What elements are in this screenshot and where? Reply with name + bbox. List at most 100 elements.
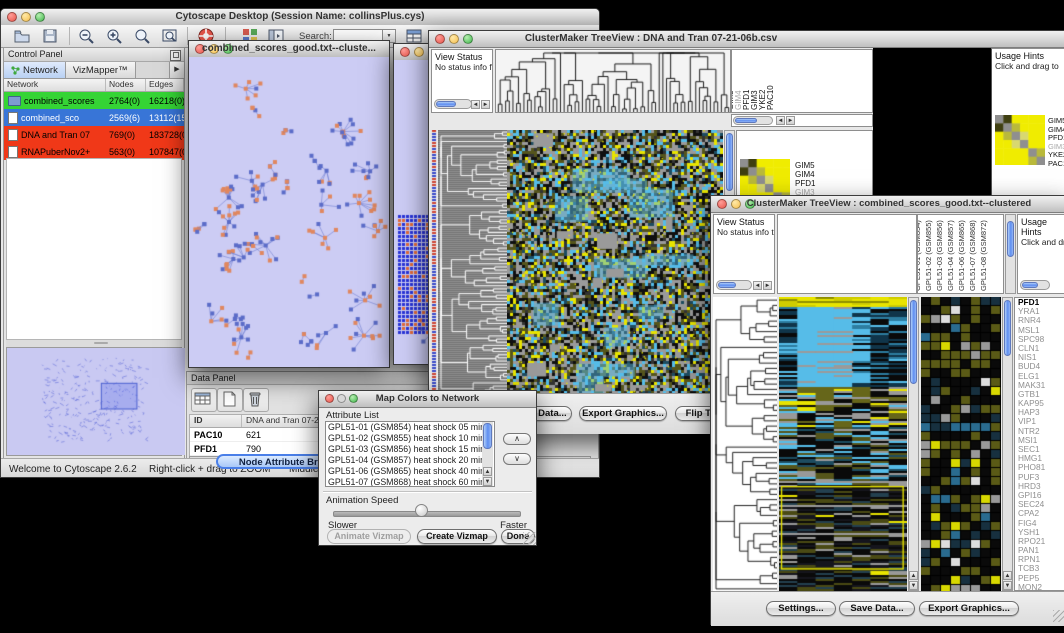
close-icon[interactable]	[400, 47, 410, 57]
gene-label[interactable]: GIM5	[795, 161, 820, 170]
column-header-network[interactable]: Network	[4, 79, 106, 91]
tab-vizmapper[interactable]: VizMapper™	[66, 62, 136, 78]
network-view-titlebar[interactable]: combined_scores_good.txt--cluste...	[189, 41, 389, 58]
zoom-fit-icon[interactable]	[161, 27, 179, 45]
delete-attribute-trash-icon[interactable]	[243, 388, 269, 412]
scroll-thumb[interactable]	[718, 282, 736, 288]
move-up-button[interactable]: ∧	[503, 433, 531, 445]
column-label[interactable]: GPL51-07 (GSM868)	[968, 220, 977, 291]
zoom-out-icon[interactable]	[77, 27, 95, 45]
scroll-right-icon[interactable]: ►	[786, 116, 795, 125]
column-labels-vscrollbar[interactable]	[1005, 214, 1016, 294]
column-label[interactable]: PAC10	[766, 85, 775, 110]
column-label[interactable]: GPL51-04 (GSM857)	[946, 220, 955, 291]
scroll-thumb[interactable]	[483, 423, 492, 449]
column-label[interactable]: GPL51-06 (GSM865)	[957, 220, 966, 291]
heatmap-vscrollbar[interactable]: ▲ ▼	[908, 297, 919, 591]
scroll-up-icon[interactable]: ▲	[483, 467, 492, 476]
scroll-right-icon[interactable]: ►	[481, 100, 490, 109]
animate-vizmap-button[interactable]: Animate Vizmap	[327, 529, 411, 544]
column-label[interactable]: GPL51-08 (GSM872)	[979, 220, 988, 291]
network-table-row[interactable]: combined_scores 2764(0) 16218(0)	[4, 92, 184, 109]
main-titlebar[interactable]: Cytoscape Desktop (Session Name: collins…	[1, 9, 599, 26]
global-heatmap-canvas[interactable]	[507, 130, 723, 406]
new-attribute-icon[interactable]	[217, 388, 243, 412]
attribute-item[interactable]: GPL51-02 (GSM855) heat shock 10 min	[326, 433, 494, 444]
gene-label[interactable]: PAC10	[1048, 160, 1064, 169]
gene-label[interactable]: GIM4	[795, 170, 820, 179]
slider-thumb[interactable]	[415, 504, 428, 517]
treeview-button[interactable]: Settings...	[766, 601, 836, 616]
network-table-row[interactable]: DNA and Tran 07 769(0) 183728(0)	[4, 126, 184, 143]
scroll-left-icon[interactable]: ◄	[776, 116, 785, 125]
create-vizmap-button[interactable]: Create Vizmap	[417, 529, 497, 544]
attribute-item[interactable]: GPL51-01 (GSM854) heat shock 05 min	[326, 422, 494, 433]
scroll-thumb[interactable]	[735, 118, 757, 123]
tab-network[interactable]: Network	[4, 62, 66, 78]
row-dendrogram-canvas[interactable]	[713, 297, 777, 591]
column-id[interactable]: ID	[190, 415, 242, 427]
open-file-icon[interactable]	[13, 27, 31, 45]
usage-hints-hscrollbar[interactable]	[1020, 280, 1050, 290]
network-canvas[interactable]	[189, 57, 389, 367]
tab-overflow-arrow[interactable]: ▶	[169, 62, 184, 78]
save-icon[interactable]	[41, 27, 59, 45]
panel-splitter[interactable]	[6, 340, 182, 347]
network-overview-panel[interactable]	[6, 347, 182, 456]
scroll-thumb[interactable]	[910, 300, 917, 384]
zoom-heatmap-canvas-2[interactable]	[995, 115, 1045, 165]
row-dendrogram-canvas[interactable]	[438, 130, 507, 406]
column-label[interactable]: GPL51-02 (GSM855)	[924, 220, 933, 291]
attribute-item[interactable]: GPL51-04 (GSM857) heat shock 20 min	[326, 455, 494, 466]
zoom-in-icon[interactable]	[105, 27, 123, 45]
column-header-nodes[interactable]: Nodes	[106, 79, 146, 91]
move-down-button[interactable]: ∨	[503, 453, 531, 465]
minimize-icon[interactable]	[414, 47, 424, 57]
zoom-heatmap-canvas[interactable]	[921, 297, 1001, 591]
resize-grip[interactable]	[1053, 610, 1064, 622]
scroll-down-icon[interactable]: ▼	[1003, 581, 1012, 590]
scroll-thumb[interactable]	[726, 133, 733, 191]
column-label[interactable]: GPL51-01 (GSM854)	[917, 220, 922, 291]
gene-label[interactable]: PFD1	[795, 179, 820, 188]
attribute-select-icon[interactable]	[191, 388, 217, 412]
view-status-hscrollbar[interactable]	[434, 99, 472, 109]
treeview2-titlebar[interactable]: ClusterMaker TreeView : combined_scores_…	[711, 196, 1064, 213]
attribute-list[interactable]: GPL51-01 (GSM854) heat shock 05 minGPL51…	[325, 421, 495, 487]
zoom-hscrollbar[interactable]	[733, 116, 773, 125]
treeview1-titlebar[interactable]: ClusterMaker TreeView : DNA and Tran 07-…	[429, 31, 1064, 48]
treeview-button[interactable]: Save Data...	[839, 601, 915, 616]
scroll-up-icon[interactable]: ▲	[1003, 571, 1012, 580]
scroll-thumb[interactable]	[1022, 282, 1038, 288]
scroll-left-icon[interactable]: ◄	[471, 100, 480, 109]
scroll-down-icon[interactable]: ▼	[483, 477, 492, 486]
view-status-hscrollbar[interactable]	[716, 280, 752, 290]
resize-grip[interactable]	[523, 532, 536, 545]
treeview-button[interactable]: Export Graphics...	[919, 601, 1019, 616]
column-header-edges[interactable]: Edges	[146, 79, 184, 91]
column-dendrogram-canvas[interactable]	[496, 50, 730, 112]
scroll-right-icon[interactable]: ►	[763, 281, 772, 290]
attribute-item[interactable]: GPL51-03 (GSM856) heat shock 15 min	[326, 444, 494, 455]
attribute-item[interactable]: GPL51-07 (GSM868) heat shock 60 min	[326, 477, 494, 487]
network-nodes-count: 563(0)	[106, 147, 146, 157]
global-heatmap-canvas[interactable]	[779, 297, 907, 591]
treeview-button[interactable]: Export Graphics...	[579, 406, 667, 421]
scroll-down-icon[interactable]: ▼	[909, 581, 918, 590]
zoom-vscrollbar[interactable]: ▲ ▼	[1002, 297, 1013, 591]
scroll-thumb[interactable]	[1004, 300, 1011, 356]
network-table-row[interactable]: combined_sco 2569(6) 13112(15)	[4, 109, 184, 126]
network-overview-canvas[interactable]	[7, 348, 185, 455]
scroll-left-icon[interactable]: ◄	[753, 281, 762, 290]
attribute-list-vscrollbar[interactable]: ▲ ▼	[482, 422, 493, 486]
scroll-thumb[interactable]	[436, 101, 456, 107]
float-panel-icon[interactable]	[170, 50, 181, 61]
dialog-titlebar[interactable]: Map Colors to Network	[319, 391, 536, 408]
scroll-up-icon[interactable]: ▲	[909, 571, 918, 580]
treeview2-column-dendrogram-panel[interactable]	[777, 214, 917, 294]
column-label[interactable]: GPL51-03 (GSM856)	[935, 220, 944, 291]
gene-label[interactable]: MON2	[1018, 583, 1064, 591]
zoom-selected-icon[interactable]	[133, 27, 151, 45]
scroll-thumb[interactable]	[1007, 221, 1014, 257]
attribute-item[interactable]: GPL51-06 (GSM865) heat shock 40 min	[326, 466, 494, 477]
